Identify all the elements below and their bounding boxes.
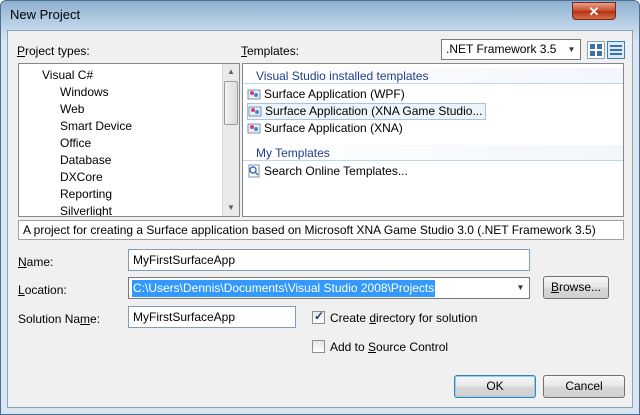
template-label: Surface Application (XNA Game Studio... <box>265 104 483 118</box>
small-icons-view-icon[interactable] <box>607 41 625 59</box>
source-control-checkbox[interactable] <box>312 340 325 353</box>
template-surface-xna-game-studio[interactable]: Surface Application (XNA Game Studio... <box>247 103 487 120</box>
location-combo[interactable]: C:\Users\Dennis\Documents\Visual Studio … <box>128 277 530 299</box>
template-surface-xna[interactable]: Surface Application (XNA) <box>247 120 406 137</box>
dialog-client-area: Project types: Visual C# Windows Web Sma… <box>7 30 633 408</box>
surface-app-icon <box>247 123 261 134</box>
create-directory-checkbox[interactable]: ✓ <box>312 309 325 324</box>
new-project-dialog: New Project ✕ Project types: Visual C# W… <box>0 0 640 415</box>
framework-select-value: .NET Framework 3.5 <box>446 42 557 56</box>
tree-item-reporting[interactable]: Reporting <box>60 187 112 201</box>
templates-list[interactable]: Visual Studio installed templates Surfac… <box>242 63 624 217</box>
tree-item-dxcore[interactable]: DXCore <box>60 170 103 184</box>
project-types-label: Project types: <box>17 44 90 58</box>
name-label: Name: <box>18 255 54 269</box>
solution-name-input[interactable]: MyFirstSurfaceApp <box>128 306 296 328</box>
check-icon: ✓ <box>314 309 325 323</box>
browse-button[interactable]: Browse... <box>543 276 609 299</box>
chevron-down-icon: ▼ <box>516 283 525 292</box>
create-directory-label[interactable]: Create directory for solution <box>330 311 477 325</box>
name-input[interactable]: MyFirstSurfaceApp <box>128 249 530 271</box>
large-icons-view-icon[interactable] <box>587 41 605 59</box>
template-surface-wpf[interactable]: Surface Application (WPF) <box>247 86 408 103</box>
ok-button[interactable]: OK <box>454 375 536 398</box>
tree-item-smart-device[interactable]: Smart Device <box>60 119 132 133</box>
window-title: New Project <box>10 7 81 22</box>
template-label: Search Online Templates... <box>264 164 408 178</box>
close-icon: ✕ <box>588 4 600 19</box>
template-label: Surface Application (WPF) <box>264 87 405 101</box>
solution-name-label: Solution Name: <box>18 312 101 326</box>
my-templates-header: My Templates <box>243 145 623 161</box>
template-label: Surface Application (XNA) <box>264 121 403 135</box>
framework-select[interactable]: .NET Framework 3.5 ▼ <box>441 39 581 60</box>
tree-item-web[interactable]: Web <box>60 102 84 116</box>
project-types-tree[interactable]: Visual C# Windows Web Smart Device Offic… <box>18 63 240 217</box>
tree-item-database[interactable]: Database <box>60 153 111 167</box>
templates-label: Templates: <box>241 44 300 58</box>
scroll-down-icon[interactable]: ▼ <box>223 200 239 216</box>
title-bar[interactable]: New Project ✕ <box>1 1 639 29</box>
search-online-icon <box>248 164 260 178</box>
tree-item-office[interactable]: Office <box>60 136 91 150</box>
close-button[interactable]: ✕ <box>572 2 616 20</box>
tree-item-visual-csharp[interactable]: Visual C# <box>42 68 93 82</box>
installed-templates-header: Visual Studio installed templates <box>243 68 623 84</box>
tree-item-windows[interactable]: Windows <box>60 85 109 99</box>
tree-item-silverlight[interactable]: Silverlight <box>60 204 112 216</box>
chevron-down-icon: ▼ <box>567 45 576 54</box>
source-control-label[interactable]: Add to Source Control <box>330 340 448 354</box>
surface-app-icon <box>248 106 262 117</box>
project-types-scrollbar[interactable]: ▲ ▼ <box>222 64 239 216</box>
scroll-up-icon[interactable]: ▲ <box>223 64 239 80</box>
location-value: C:\Users\Dennis\Documents\Visual Studio … <box>132 280 436 297</box>
template-search-online[interactable]: Search Online Templates... <box>247 163 411 180</box>
template-description: A project for creating a Surface applica… <box>18 220 624 240</box>
location-label: Location: <box>18 283 67 297</box>
cancel-button[interactable]: Cancel <box>543 375 625 398</box>
surface-app-icon <box>247 89 261 100</box>
scroll-thumb[interactable] <box>224 81 238 125</box>
